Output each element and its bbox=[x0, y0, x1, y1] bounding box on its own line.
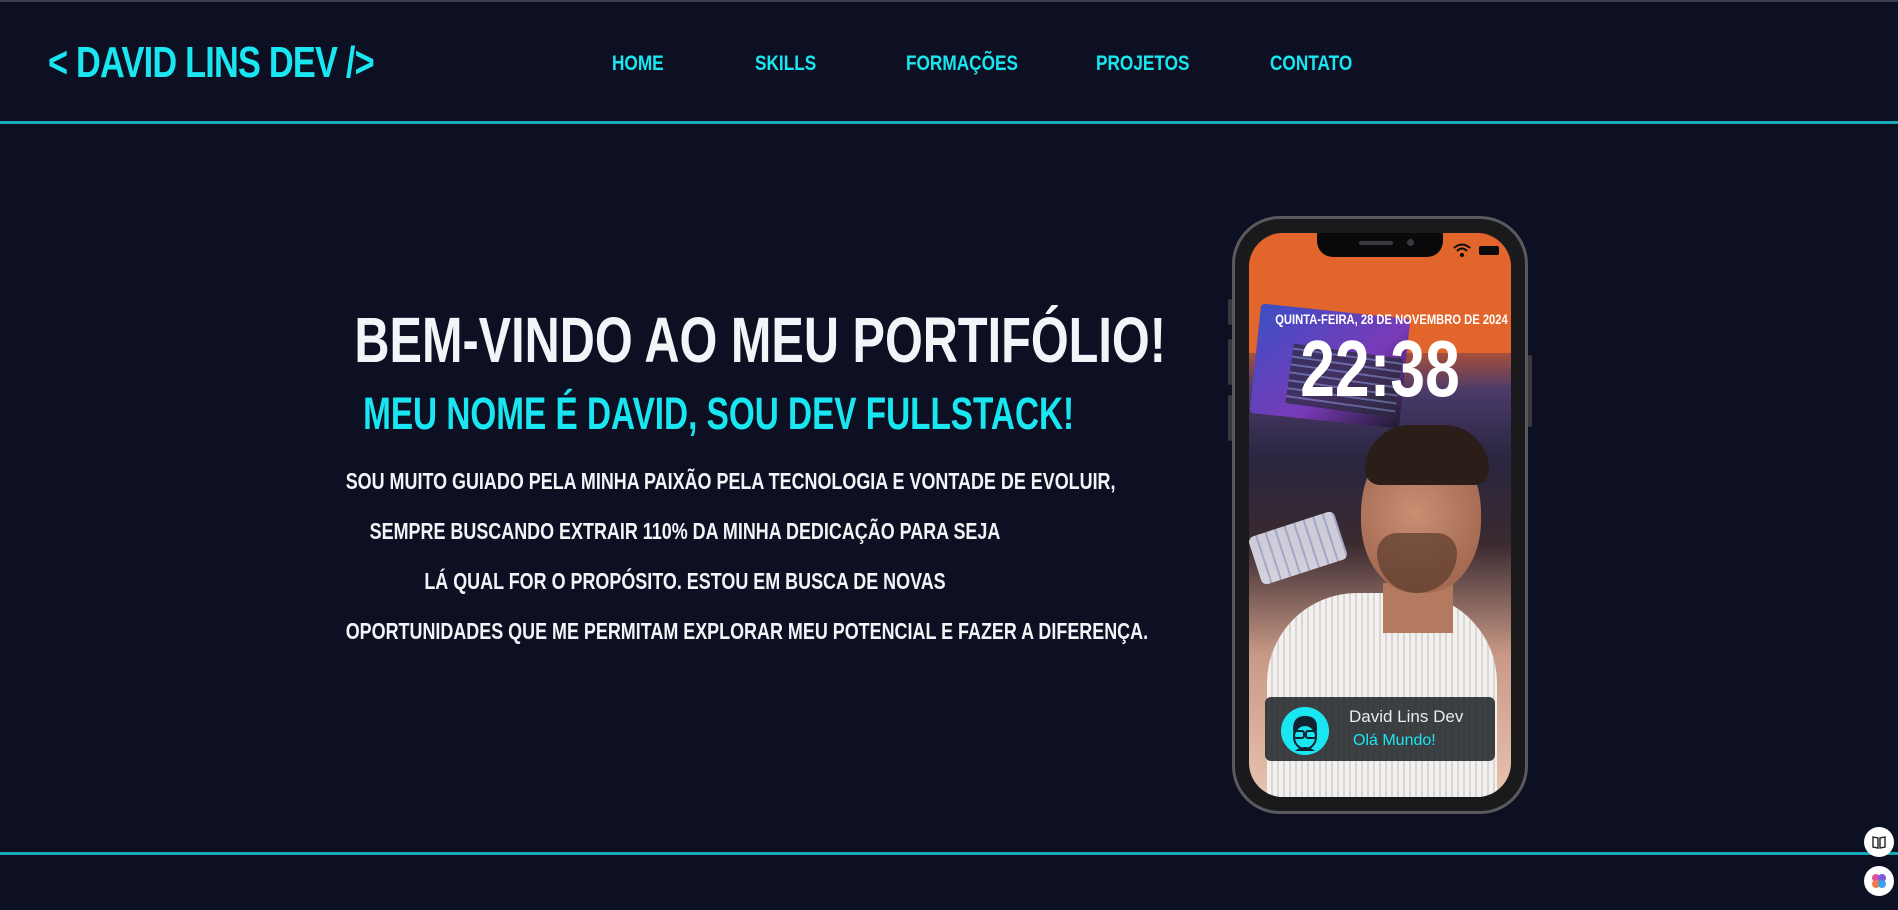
status-bar bbox=[1453, 241, 1499, 258]
site-header: < DAVID LINS DEV /> HOME SKILLS FORMAÇÕE… bbox=[0, 2, 1898, 123]
phone-screen: QUINTA-FEIRA, 28 DE NOVEMBRO DE 2024 22:… bbox=[1249, 233, 1511, 797]
hero-title: BEM-VINDO AO MEU PORTIFÓLIO! bbox=[354, 304, 1166, 376]
ai-assistant-button[interactable] bbox=[1864, 866, 1894, 896]
phone-mockup: QUINTA-FEIRA, 28 DE NOVEMBRO DE 2024 22:… bbox=[1228, 216, 1532, 814]
hero-description-line: LÁ QUAL FOR O PROPÓSITO. ESTOU EM BUSCA … bbox=[424, 568, 946, 594]
notification-message: Olá Mundo! bbox=[1353, 732, 1436, 749]
nav-projetos[interactable]: PROJETOS bbox=[1096, 52, 1189, 76]
avatar bbox=[1281, 707, 1329, 755]
battery-icon bbox=[1479, 245, 1499, 255]
wallpaper-keyboard bbox=[1249, 510, 1349, 586]
phone-mute-button bbox=[1228, 299, 1232, 325]
hero-description-line: OPORTUNIDADES QUE ME PERMITAM EXPLORAR M… bbox=[345, 618, 1149, 644]
nav-contato[interactable]: CONTATO bbox=[1270, 52, 1352, 76]
wallpaper-person-shirt bbox=[1267, 593, 1497, 797]
nav-formacoes[interactable]: FORMAÇÕES bbox=[906, 52, 1018, 76]
header-divider bbox=[0, 121, 1898, 124]
lockscreen-time: 22:38 bbox=[1300, 324, 1460, 413]
notification-card[interactable]: David Lins Dev Olá Mundo! bbox=[1265, 697, 1495, 761]
phone-camera bbox=[1407, 239, 1414, 246]
developer-avatar-icon bbox=[1281, 707, 1329, 755]
hero-section: BEM-VINDO AO MEU PORTIFÓLIO! MEU NOME É … bbox=[250, 300, 1166, 656]
brain-icon bbox=[1872, 874, 1886, 888]
wallpaper-person-hair bbox=[1365, 425, 1489, 485]
phone-volume-up-button bbox=[1228, 339, 1232, 385]
hero-description-line: SEMPRE BUSCANDO EXTRAIR 110% DA MINHA DE… bbox=[369, 518, 1001, 544]
phone-volume-down-button bbox=[1228, 395, 1232, 441]
section-divider bbox=[0, 852, 1898, 855]
book-icon bbox=[1872, 836, 1886, 849]
phone-power-button bbox=[1528, 355, 1532, 427]
nav-home[interactable]: HOME bbox=[612, 52, 664, 76]
phone-speaker bbox=[1359, 241, 1393, 245]
hero-description-line: SOU MUITO GUIADO PELA MINHA PAIXÃO PELA … bbox=[345, 468, 1116, 494]
nav-skills[interactable]: SKILLS bbox=[755, 52, 816, 76]
wifi-icon bbox=[1453, 243, 1471, 258]
reader-button[interactable] bbox=[1864, 827, 1894, 857]
hero-subtitle: MEU NOME É DAVID, SOU DEV FULLSTACK! bbox=[363, 388, 1075, 439]
notification-sender: David Lins Dev bbox=[1349, 707, 1464, 726]
hero-description: SOU MUITO GUIADO PELA MINHA PAIXÃO PELA … bbox=[250, 456, 1149, 656]
site-logo[interactable]: < DAVID LINS DEV /> bbox=[48, 38, 375, 88]
phone-notch bbox=[1317, 233, 1443, 257]
